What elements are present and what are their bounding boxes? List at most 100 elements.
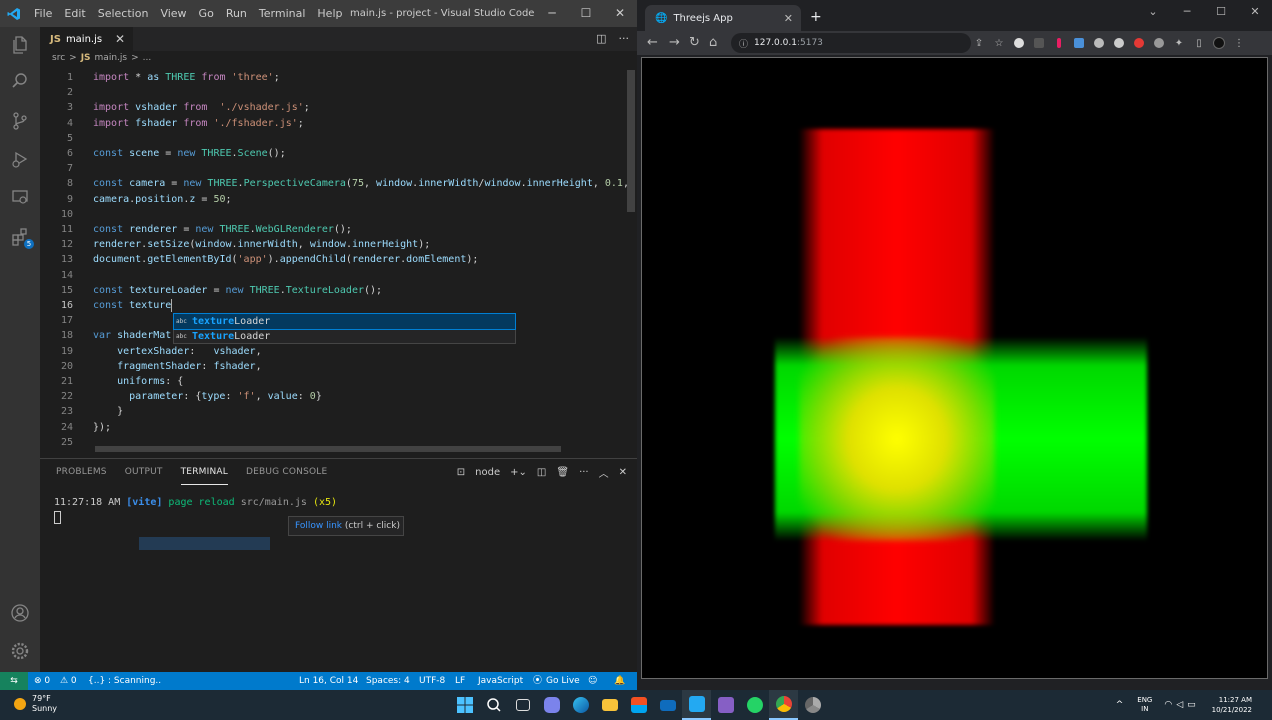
- new-tab-icon[interactable]: +: [810, 9, 822, 25]
- status-errors[interactable]: ⊗ 0: [34, 672, 50, 690]
- code-line[interactable]: 1 import * as THREE from 'three';: [40, 70, 637, 85]
- tab-close-icon[interactable]: ✕: [784, 12, 793, 25]
- extension-icon[interactable]: [1129, 31, 1149, 55]
- maximize-icon[interactable]: ☐: [1204, 0, 1238, 24]
- menu-file[interactable]: File: [28, 0, 58, 27]
- status-indentation[interactable]: Spaces: 4: [366, 672, 410, 690]
- menu-run[interactable]: Run: [220, 0, 253, 27]
- extension-icon[interactable]: [1109, 31, 1129, 55]
- code-line[interactable]: 19 vertexShader: vshader,: [40, 344, 637, 359]
- chevron-up-icon[interactable]: ^: [1116, 700, 1124, 710]
- code-line[interactable]: 11 const renderer = new THREE.WebGLRender…: [40, 222, 637, 237]
- close-icon[interactable]: ✕: [1238, 0, 1272, 24]
- extension-icon[interactable]: [1089, 31, 1109, 55]
- split-editor-icon[interactable]: ◫: [596, 27, 606, 51]
- info-icon[interactable]: ⓘ: [739, 37, 748, 50]
- trash-icon[interactable]: 🗑: [556, 467, 569, 478]
- chrome-icon[interactable]: [769, 690, 798, 720]
- star-icon[interactable]: ☆: [989, 31, 1009, 55]
- code-line[interactable]: 7: [40, 161, 637, 176]
- code-line[interactable]: 8 const camera = new THREE.PerspectiveCam…: [40, 176, 637, 191]
- status-encoding[interactable]: UTF-8: [419, 672, 445, 690]
- code-line[interactable]: 14: [40, 268, 637, 283]
- tab-close-icon[interactable]: ✕: [115, 32, 125, 46]
- code-line[interactable]: 23 }: [40, 404, 637, 419]
- source-control-icon[interactable]: [8, 109, 32, 133]
- breadcrumb-symbol[interactable]: ...: [143, 53, 152, 63]
- breadcrumb-file[interactable]: main.js: [95, 53, 128, 63]
- chat-icon[interactable]: [537, 690, 566, 720]
- status-cursor-position[interactable]: Ln 16, Col 14: [299, 672, 358, 690]
- code-line[interactable]: 6 const scene = new THREE.Scene();: [40, 146, 637, 161]
- menu-selection[interactable]: Selection: [92, 0, 155, 27]
- menu-go[interactable]: Go: [193, 0, 220, 27]
- chrome-dev-icon[interactable]: [798, 690, 827, 720]
- breadcrumb-src[interactable]: src: [52, 53, 65, 63]
- terminal-shell-label[interactable]: node: [475, 467, 500, 478]
- code-line[interactable]: 10: [40, 207, 637, 222]
- code-line[interactable]: 3 import vshader from './vshader.js';: [40, 100, 637, 115]
- weather-widget[interactable]: 79°F Sunny: [14, 694, 57, 714]
- extension-icon[interactable]: [1009, 31, 1029, 55]
- tab-terminal[interactable]: TERMINAL: [180, 459, 228, 485]
- explorer-icon[interactable]: [8, 33, 32, 57]
- maximize-icon[interactable]: ☐: [569, 0, 603, 27]
- reload-icon[interactable]: ↻: [689, 31, 700, 55]
- code-line[interactable]: 21 uniforms: {: [40, 374, 637, 389]
- store-icon[interactable]: [624, 690, 653, 720]
- extensions-icon[interactable]: 5: [8, 225, 34, 249]
- extension-icon[interactable]: [1029, 31, 1049, 55]
- mail-icon[interactable]: [653, 690, 682, 720]
- search-icon[interactable]: [8, 69, 32, 93]
- suggestion-item[interactable]: abc Texture Loader: [174, 329, 515, 344]
- horizontal-scrollbar[interactable]: [95, 446, 561, 452]
- code-line[interactable]: 12 renderer.setSize(window.innerWidth, wi…: [40, 237, 637, 252]
- code-editor[interactable]: 1 import * as THREE from 'three'; 2 3 import…: [40, 70, 637, 452]
- code-line[interactable]: 20 fragmentShader: fshader,: [40, 359, 637, 374]
- maximize-panel-icon[interactable]: ︿: [599, 465, 609, 480]
- remote-indicator-icon[interactable]: ⇆: [0, 672, 28, 690]
- status-language[interactable]: JavaScript: [478, 672, 523, 690]
- task-view-icon[interactable]: [508, 690, 537, 720]
- search-icon[interactable]: [479, 690, 508, 720]
- status-scanning[interactable]: {..} : Scanning..: [88, 672, 161, 690]
- suggestion-item[interactable]: abc texture Loader: [173, 313, 516, 330]
- status-go-live[interactable]: Go Live: [546, 672, 580, 690]
- forward-icon[interactable]: →: [669, 31, 680, 55]
- code-line[interactable]: 16 const texture: [40, 298, 637, 313]
- edge-icon[interactable]: [566, 690, 595, 720]
- minimize-icon[interactable]: ─: [535, 0, 569, 27]
- code-line[interactable]: 2: [40, 85, 637, 100]
- follow-link[interactable]: Follow link: [295, 521, 342, 531]
- code-line[interactable]: 5: [40, 131, 637, 146]
- extension-icon[interactable]: [1149, 31, 1169, 55]
- file-explorer-icon[interactable]: [595, 690, 624, 720]
- sidebar-icon[interactable]: ▯: [1189, 31, 1209, 55]
- more-actions-icon[interactable]: ···: [619, 27, 630, 51]
- code-line[interactable]: 24});: [40, 420, 637, 435]
- code-line[interactable]: 9 camera.position.z = 50;: [40, 192, 637, 207]
- share-icon[interactable]: ⇪: [969, 31, 989, 55]
- wifi-volume-battery-icon[interactable]: ◠◁▭: [1164, 700, 1199, 710]
- language-indicator[interactable]: ENG IN: [1137, 696, 1152, 714]
- menu-terminal[interactable]: Terminal: [253, 0, 312, 27]
- avatar[interactable]: [1209, 31, 1229, 55]
- bell-icon[interactable]: 🔔: [614, 672, 625, 690]
- status-eol[interactable]: LF: [455, 672, 465, 690]
- gear-icon[interactable]: [8, 639, 32, 663]
- terminal-path[interactable]: src/main.js: [241, 497, 307, 508]
- code-line[interactable]: 4 import fshader from './fshader.js';: [40, 116, 637, 131]
- tab-main-js[interactable]: JS main.js ✕: [40, 27, 133, 51]
- new-terminal-icon[interactable]: +⌄: [510, 467, 527, 478]
- close-panel-icon[interactable]: ✕: [619, 467, 627, 478]
- code-line[interactable]: 15 const textureLoader = new THREE.Textur…: [40, 283, 637, 298]
- close-icon[interactable]: ✕: [603, 0, 637, 27]
- tab-output[interactable]: OUTPUT: [125, 459, 163, 485]
- chevron-down-icon[interactable]: ⌄: [1136, 0, 1170, 24]
- more-menu-icon[interactable]: ⋮: [1229, 31, 1249, 55]
- status-warnings[interactable]: ⚠ 0: [60, 672, 77, 690]
- address-bar[interactable]: ⓘ 127.0.0.1:5173: [731, 33, 971, 53]
- puzzle-icon[interactable]: ✦: [1169, 31, 1189, 55]
- whatsapp-icon[interactable]: [740, 690, 769, 720]
- account-icon[interactable]: [8, 601, 32, 625]
